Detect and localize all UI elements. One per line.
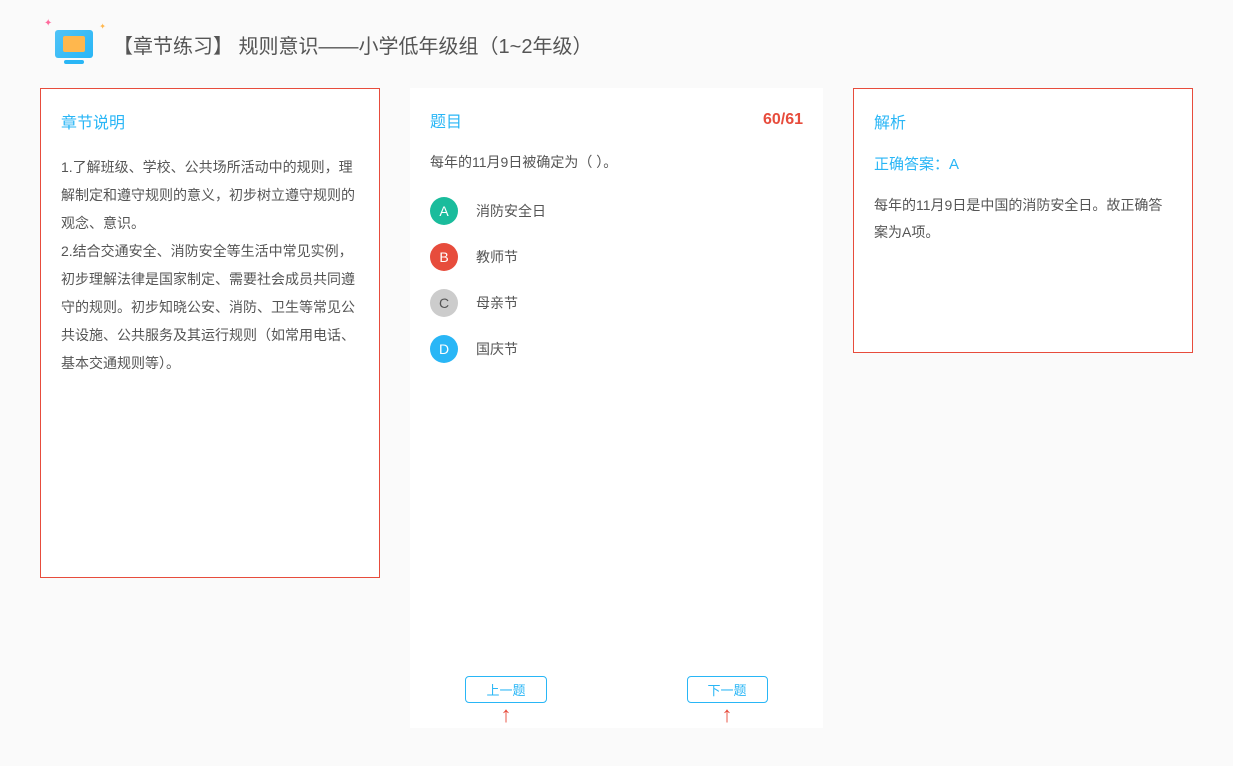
analysis-text: 每年的11月9日是中国的消防安全日。故正确答案为A项。 (874, 192, 1172, 245)
question-panel: 题目 60/61 每年的11月9日被确定为（ ）。 A 消防安全日 B 教师节 … (410, 88, 823, 728)
chapter-description-panel: 章节说明 1.了解班级、学校、公共场所活动中的规则，理解制定和遵守规则的意义，初… (40, 88, 380, 578)
arrow-indicator-icon: ↑ (722, 704, 733, 726)
option-a[interactable]: A 消防安全日 (430, 197, 803, 225)
prev-question-button[interactable]: 上一题 (465, 676, 546, 703)
option-badge-a: A (430, 197, 458, 225)
option-badge-c: C (430, 289, 458, 317)
option-d[interactable]: D 国庆节 (430, 335, 803, 363)
option-b[interactable]: B 教师节 (430, 243, 803, 271)
question-text: 每年的11月9日被确定为（ ）。 (430, 152, 803, 172)
option-text-d: 国庆节 (476, 339, 518, 359)
question-counter: 60/61 (763, 111, 803, 129)
option-c[interactable]: C 母亲节 (430, 289, 803, 317)
option-text-b: 教师节 (476, 247, 518, 267)
option-badge-b: B (430, 243, 458, 271)
chapter-description-text: 1.了解班级、学校、公共场所活动中的规则，理解制定和遵守规则的意义，初步树立遵守… (61, 153, 359, 377)
analysis-panel: 解析 正确答案：A 每年的11月9日是中国的消防安全日。故正确答案为A项。 (853, 88, 1193, 353)
next-question-button[interactable]: 下一题 (687, 676, 768, 703)
option-badge-d: D (430, 335, 458, 363)
question-panel-title: 题目 (430, 108, 462, 132)
chapter-description-title: 章节说明 (61, 109, 359, 133)
arrow-indicator-icon: ↑ (500, 704, 511, 726)
correct-answer-label: 正确答案：A (874, 153, 1172, 174)
page-logo-icon: ✦ ✦ (50, 20, 98, 68)
option-text-c: 母亲节 (476, 293, 518, 313)
analysis-panel-title: 解析 (874, 109, 1172, 133)
option-text-a: 消防安全日 (476, 201, 546, 221)
page-title: 【章节练习】 规则意识——小学低年级组（1~2年级） (113, 30, 592, 59)
